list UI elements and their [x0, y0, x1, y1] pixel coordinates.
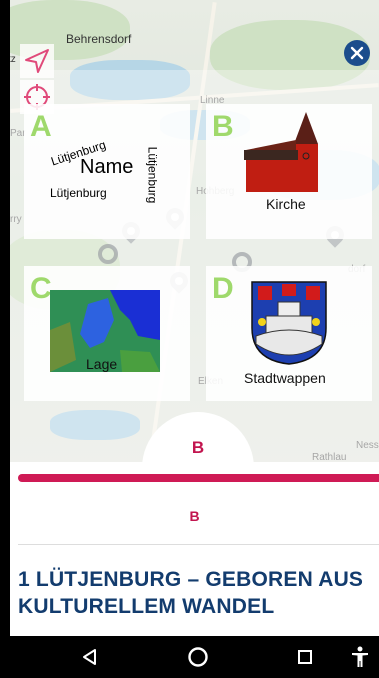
home-circle-icon: [188, 647, 208, 667]
tile-a-word: Lütjenburg: [50, 186, 107, 200]
tile-a-word-name: Name: [80, 156, 134, 178]
church-icon: [244, 112, 318, 192]
tile-a-name[interactable]: A Lütjenburg Name Lütjenburg Lütjenburg: [24, 104, 190, 239]
navigation-arrow-icon: [25, 49, 49, 73]
close-icon: [350, 46, 364, 60]
app-screen: Behrensdorf tz Linne Par Hohberg rry dor…: [10, 0, 379, 678]
map-cluster-marker[interactable]: [98, 244, 118, 264]
recents-button[interactable]: [293, 645, 317, 669]
panel-divider: [18, 544, 379, 545]
panel-sub-label: B: [189, 508, 200, 524]
home-button[interactable]: [186, 645, 210, 669]
map-label-behrensdorf: Behrensdorf: [66, 32, 132, 46]
tile-d-coat-of-arms[interactable]: D Stadtwappen: [206, 266, 372, 401]
accessibility-button[interactable]: [348, 645, 372, 669]
tile-caption: Stadtwappen: [244, 370, 326, 386]
panel-tab-label: B: [191, 438, 205, 457]
progress-bar: [18, 474, 379, 482]
tile-c-location[interactable]: C Lage: [24, 266, 190, 401]
tile-caption: Lage: [86, 356, 118, 372]
tile-b-church[interactable]: B Kirche: [206, 104, 372, 239]
info-panel: B 1 LÜTJENBURG – GEBOREN AUS KULTURELLEM…: [10, 462, 379, 642]
accessibility-icon: [352, 646, 368, 667]
close-button[interactable]: [344, 40, 370, 66]
navigate-button[interactable]: [20, 44, 54, 78]
recents-square-icon: [298, 650, 312, 664]
tile-letter: B: [212, 110, 234, 143]
tile-letter: D: [212, 272, 234, 305]
back-triangle-icon: [83, 649, 96, 665]
phone-frame: Behrensdorf tz Linne Par Hohberg rry dor…: [0, 0, 379, 678]
tile-a-word: Lütjenburg: [145, 146, 160, 204]
tile-letter: A: [30, 110, 52, 143]
system-navigation-bar: [0, 636, 379, 678]
map-label-tz: tz: [10, 54, 16, 65]
station-title: 1 LÜTJENBURG – GEBOREN AUS KULTURELLEM W…: [18, 568, 364, 618]
coat-of-arms-icon: [251, 281, 327, 365]
tile-caption: Kirche: [266, 196, 306, 212]
tile-letter: C: [30, 272, 52, 305]
back-button[interactable]: [78, 645, 102, 669]
